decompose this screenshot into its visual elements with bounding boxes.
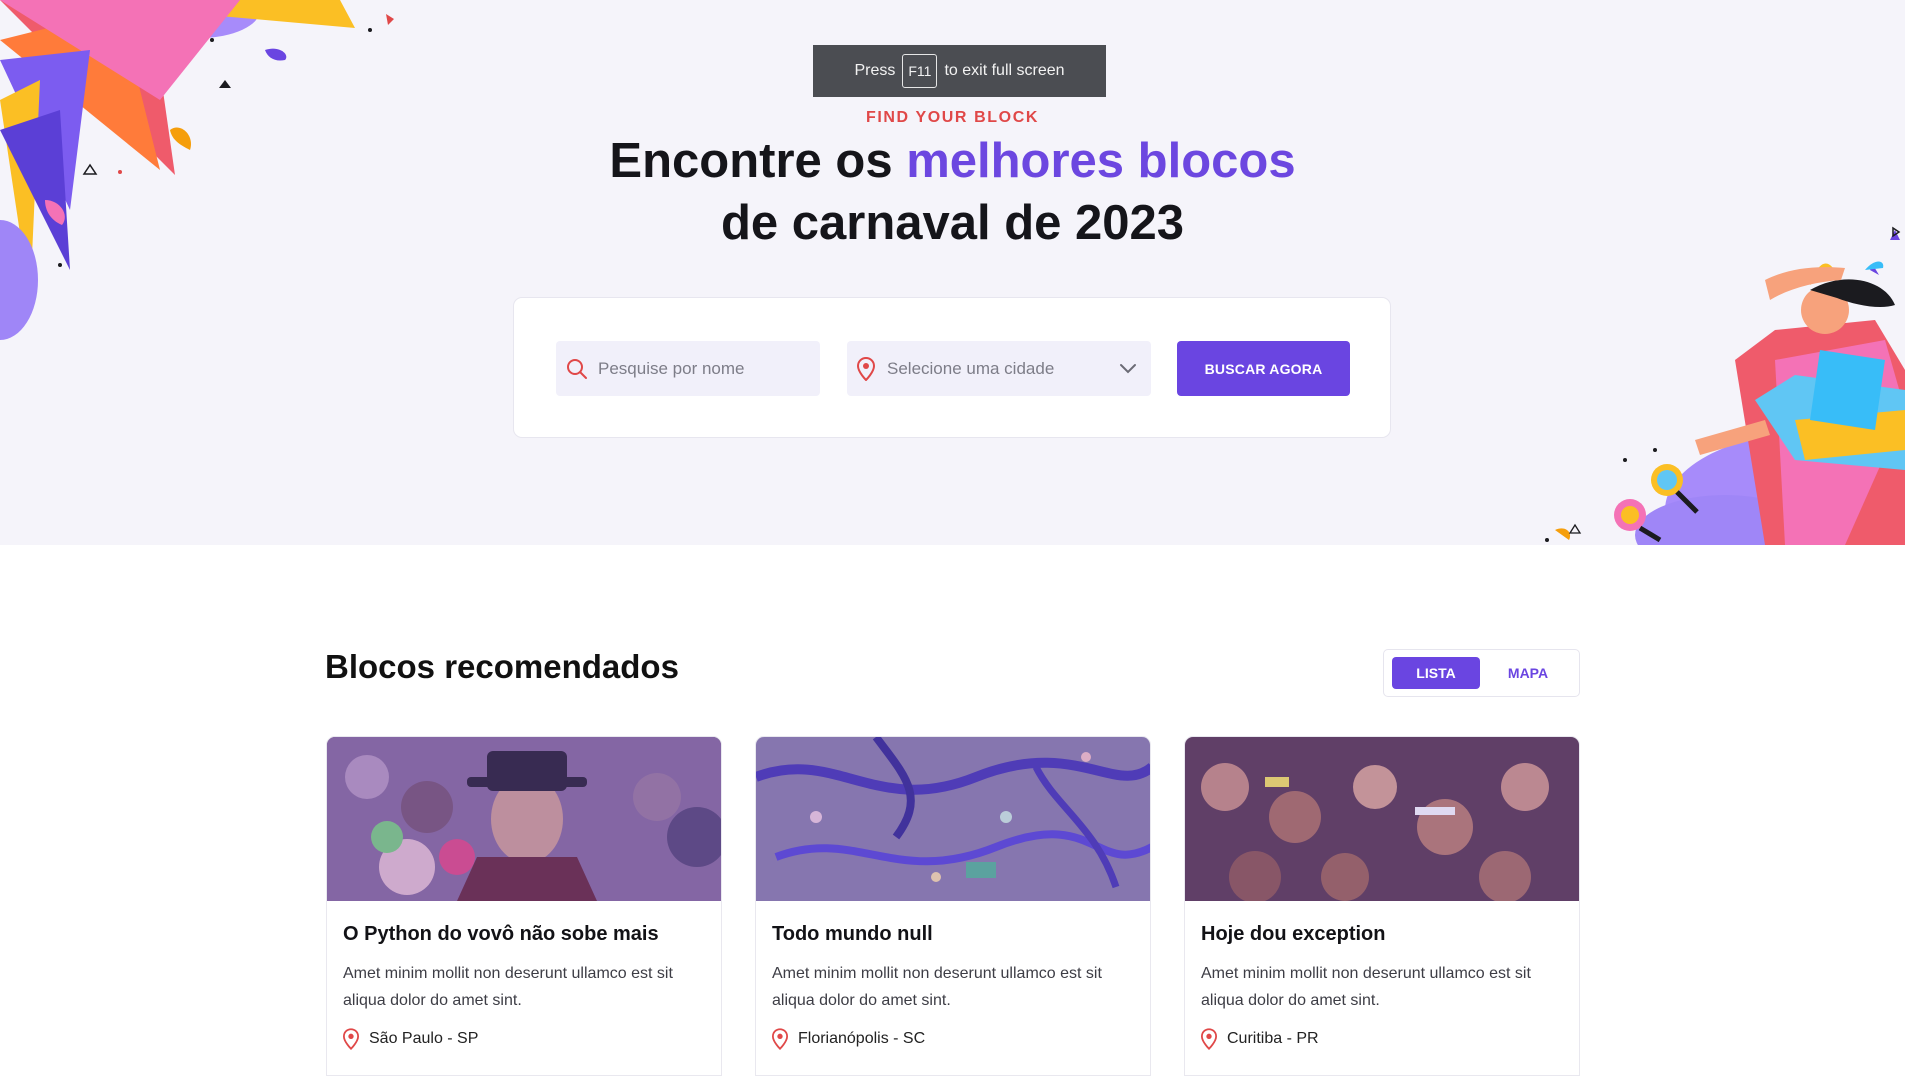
card-description: Amet minim mollit non deserunt ullamco e…	[1201, 965, 1531, 1009]
card-title: Hoje dou exception	[1201, 923, 1386, 945]
location-pin-icon	[772, 1028, 788, 1050]
toggle-list-button[interactable]: LISTA	[1392, 657, 1480, 689]
city-select[interactable]: Selecione uma cidade	[847, 341, 1151, 396]
search-now-button[interactable]: BUSCAR AGORA	[1177, 341, 1350, 396]
fullscreen-notice-suffix: to exit full screen	[944, 62, 1065, 79]
location-pin-icon	[343, 1028, 359, 1050]
search-icon	[567, 358, 587, 379]
card-location: São Paulo - SP	[343, 1028, 721, 1050]
card-title: Todo mundo null	[772, 923, 933, 945]
headline-part1: Encontre os	[609, 134, 907, 188]
card-description: Amet minim mollit non deserunt ullamco e…	[772, 965, 1102, 1009]
card-location-text: Curitiba - PR	[1227, 1030, 1319, 1047]
card-location-text: Florianópolis - SC	[798, 1030, 926, 1047]
location-pin-icon	[1201, 1028, 1217, 1050]
location-pin-icon	[857, 356, 875, 381]
card-photo-confetti	[756, 737, 1150, 901]
search-card: Selecione uma cidade BUSCAR AGORA	[513, 297, 1391, 438]
card-location: Florianópolis - SC	[772, 1028, 1150, 1050]
card-description: Amet minim mollit non deserunt ullamco e…	[343, 965, 673, 1009]
bloco-card[interactable]: Hoje dou exception Amet minim mollit non…	[1184, 736, 1580, 1076]
chevron-down-icon	[1119, 363, 1137, 375]
name-search-field[interactable]	[556, 341, 820, 396]
headline-accent: melhores blocos	[906, 134, 1296, 188]
toggle-map-button[interactable]: MAPA	[1484, 657, 1572, 689]
hero-section: Press F11 to exit full screen FIND YOUR …	[0, 0, 1905, 545]
carnival-dancer-illustration	[1545, 226, 1905, 545]
fullscreen-key-badge: F11	[902, 54, 938, 88]
card-location-text: São Paulo - SP	[369, 1030, 479, 1047]
bloco-card[interactable]: O Python do vovô não sobe mais Amet mini…	[326, 736, 722, 1076]
hero-headline: Encontre os melhores blocos de carnaval …	[0, 130, 1905, 254]
card-location: Curitiba - PR	[1201, 1028, 1579, 1050]
recommended-title: Blocos recomendados	[325, 648, 679, 685]
view-toggle: LISTA MAPA	[1383, 649, 1580, 697]
hero-eyebrow: FIND YOUR BLOCK	[865, 109, 1040, 126]
city-select-placeholder: Selecione uma cidade	[887, 358, 1055, 378]
headline-line2: de carnaval de 2023	[720, 196, 1185, 250]
card-title: O Python do vovô não sobe mais	[343, 923, 659, 945]
fullscreen-notice: Press F11 to exit full screen	[813, 45, 1106, 97]
card-photo-party-crowd	[1185, 737, 1579, 901]
name-search-input[interactable]	[596, 357, 790, 380]
fullscreen-notice-press: Press	[854, 62, 896, 79]
card-photo-carnival-crowd	[327, 737, 721, 901]
bloco-card[interactable]: Todo mundo null Amet minim mollit non de…	[755, 736, 1151, 1076]
